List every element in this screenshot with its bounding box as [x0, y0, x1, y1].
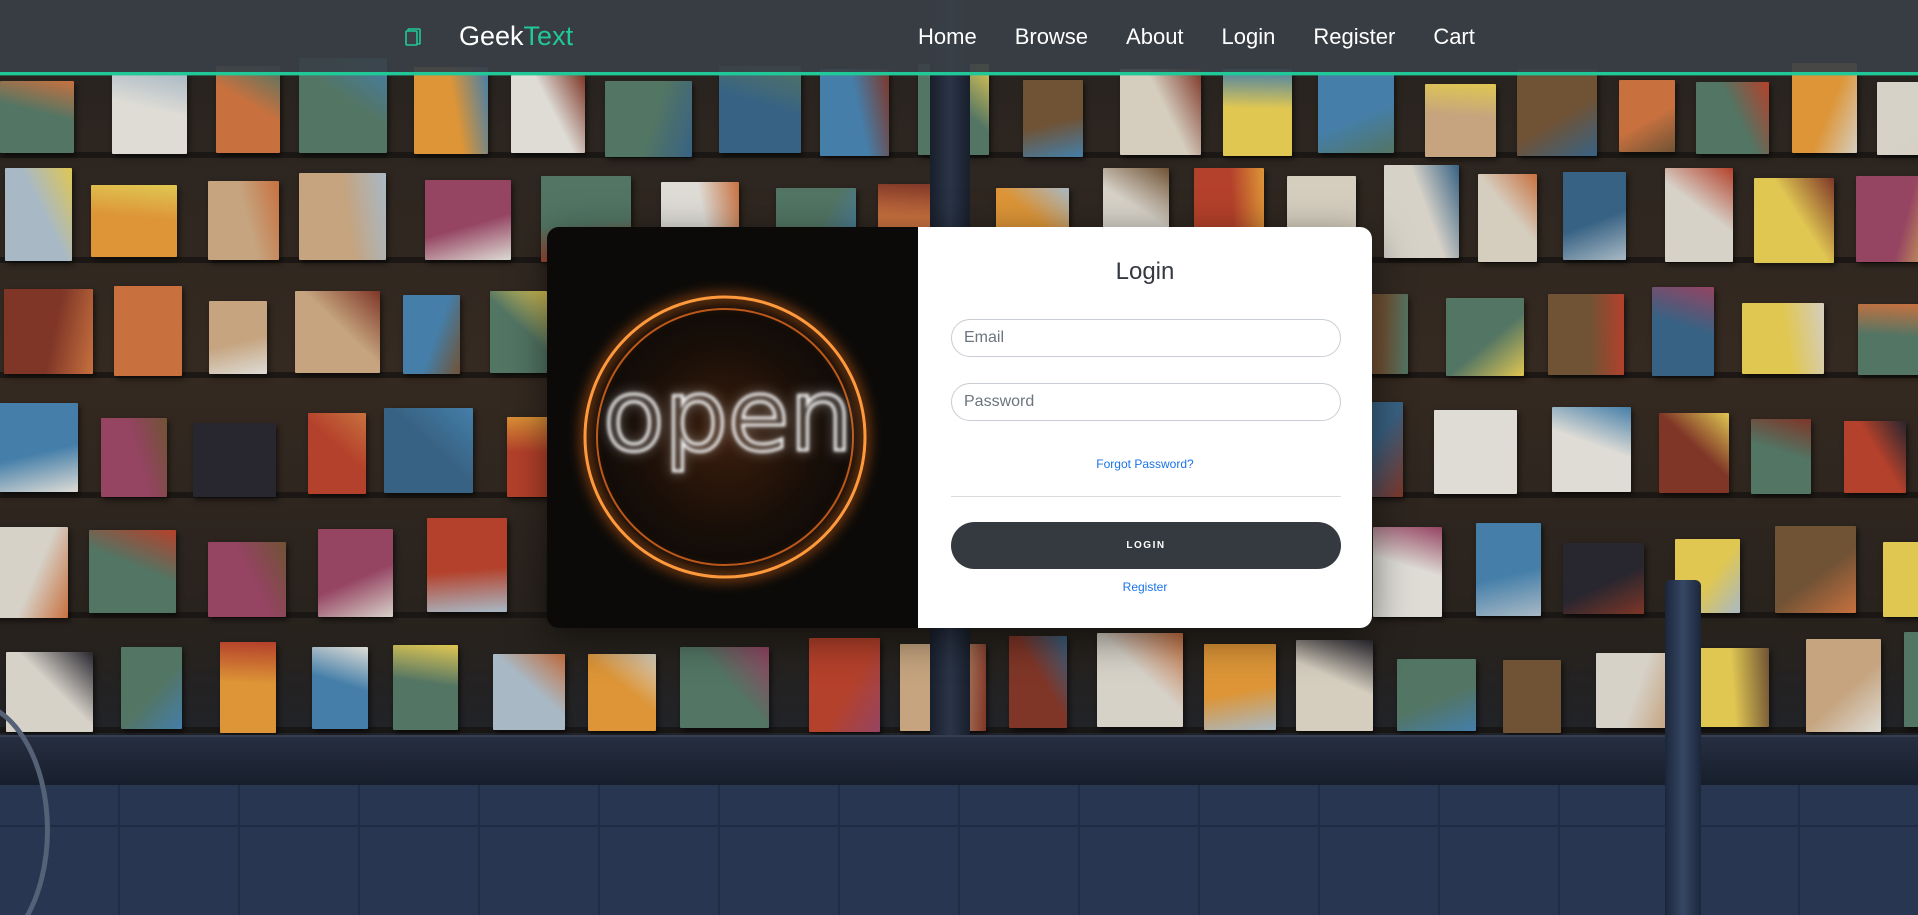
nav-link-register[interactable]: Register — [1313, 22, 1395, 52]
email-field[interactable] — [951, 319, 1341, 357]
nav-link-home[interactable]: Home — [918, 22, 977, 52]
brand-name-part1: Geek — [459, 21, 524, 51]
forgot-password-link[interactable]: Forgot Password? — [918, 456, 1372, 472]
book-icon — [405, 28, 421, 46]
login-button[interactable]: LOGIN — [951, 522, 1341, 569]
login-form: Login Forgot Password? LOGIN Register — [918, 227, 1372, 628]
nav-link-about[interactable]: About — [1126, 22, 1184, 52]
login-title: Login — [1115, 258, 1175, 285]
register-link[interactable]: Register — [918, 579, 1372, 595]
password-field[interactable] — [951, 383, 1341, 421]
form-divider — [951, 496, 1341, 497]
login-card: open open Login Forgot Password? LOGIN R… — [547, 227, 1372, 628]
nav-links: Home Browse About Login Register Cart — [918, 22, 1513, 52]
open-sign-image: open open — [547, 227, 918, 628]
top-navbar: GeekText Home Browse About Login Registe… — [0, 0, 1918, 75]
brand-logo[interactable]: GeekText — [459, 20, 573, 52]
nav-link-cart[interactable]: Cart — [1433, 22, 1475, 52]
brand-name-part2: Text — [523, 21, 574, 51]
neon-text: open — [603, 357, 853, 474]
nav-link-browse[interactable]: Browse — [1015, 22, 1088, 52]
neon-open-sign: open open — [547, 227, 918, 628]
nav-link-login[interactable]: Login — [1222, 22, 1276, 52]
